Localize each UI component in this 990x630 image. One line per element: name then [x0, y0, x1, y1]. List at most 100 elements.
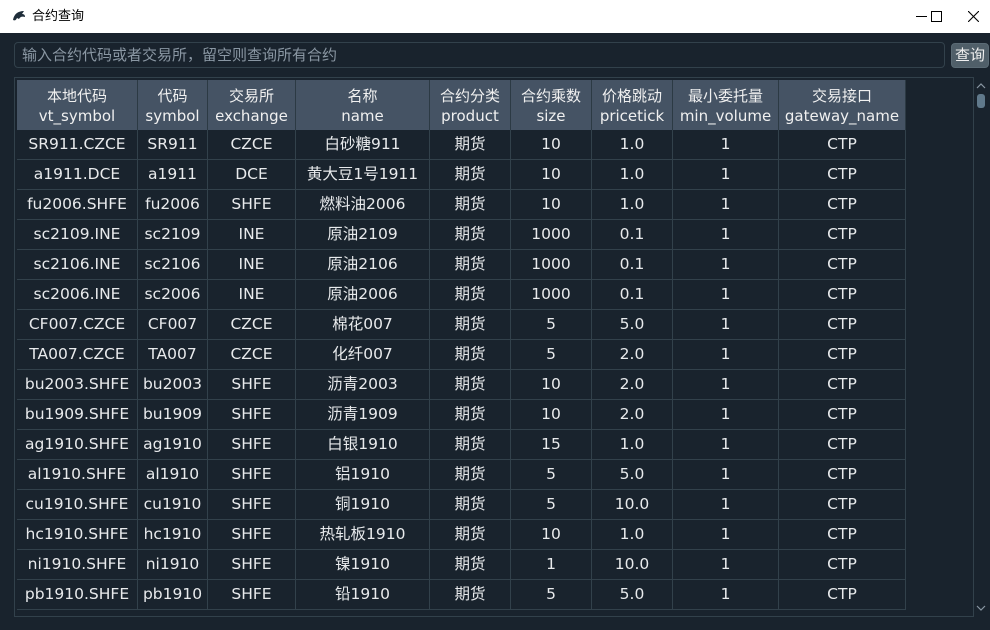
- table-row[interactable]: al1910.SHFE al1910 SHFE 铝1910 期货 5 5.0 1 CTP: [17, 460, 906, 490]
- cell-gateway-name[interactable]: CTP: [779, 550, 906, 580]
- cell-vt-symbol[interactable]: al1910.SHFE: [17, 460, 138, 490]
- cell-pricetick[interactable]: 5.0: [592, 310, 673, 340]
- cell-vt-symbol[interactable]: ni1910.SHFE: [17, 550, 138, 580]
- cell-min-volume[interactable]: 1: [673, 580, 779, 610]
- cell-size[interactable]: 1000: [511, 250, 592, 280]
- cell-min-volume[interactable]: 1: [673, 130, 779, 160]
- cell-gateway-name[interactable]: CTP: [779, 460, 906, 490]
- cell-name[interactable]: 铅1910: [296, 580, 430, 610]
- cell-product[interactable]: 期货: [430, 220, 511, 250]
- cell-name[interactable]: 沥青2003: [296, 370, 430, 400]
- cell-gateway-name[interactable]: CTP: [779, 250, 906, 280]
- cell-size[interactable]: 10: [511, 400, 592, 430]
- cell-symbol[interactable]: cu1910: [138, 490, 208, 520]
- cell-product[interactable]: 期货: [430, 490, 511, 520]
- cell-name[interactable]: 原油2006: [296, 280, 430, 310]
- cell-name[interactable]: 镍1910: [296, 550, 430, 580]
- cell-symbol[interactable]: a1911: [138, 160, 208, 190]
- cell-symbol[interactable]: sc2106: [138, 250, 208, 280]
- cell-gateway-name[interactable]: CTP: [779, 310, 906, 340]
- cell-exchange[interactable]: CZCE: [208, 130, 296, 160]
- cell-pricetick[interactable]: 1.0: [592, 430, 673, 460]
- cell-gateway-name[interactable]: CTP: [779, 520, 906, 550]
- cell-symbol[interactable]: sc2006: [138, 280, 208, 310]
- cell-size[interactable]: 1: [511, 550, 592, 580]
- cell-product[interactable]: 期货: [430, 280, 511, 310]
- cell-symbol[interactable]: TA007: [138, 340, 208, 370]
- cell-vt-symbol[interactable]: fu2006.SHFE: [17, 190, 138, 220]
- cell-symbol[interactable]: fu2006: [138, 190, 208, 220]
- cell-gateway-name[interactable]: CTP: [779, 280, 906, 310]
- cell-vt-symbol[interactable]: TA007.CZCE: [17, 340, 138, 370]
- cell-exchange[interactable]: INE: [208, 250, 296, 280]
- cell-vt-symbol[interactable]: cu1910.SHFE: [17, 490, 138, 520]
- cell-size[interactable]: 5: [511, 460, 592, 490]
- cell-vt-symbol[interactable]: sc2106.INE: [17, 250, 138, 280]
- cell-min-volume[interactable]: 1: [673, 160, 779, 190]
- cell-gateway-name[interactable]: CTP: [779, 220, 906, 250]
- cell-name[interactable]: 铝1910: [296, 460, 430, 490]
- table-row[interactable]: TA007.CZCE TA007 CZCE 化纤007 期货 5 2.0 1 CTP: [17, 340, 906, 370]
- cell-symbol[interactable]: ag1910: [138, 430, 208, 460]
- cell-product[interactable]: 期货: [430, 370, 511, 400]
- column-header-pricetick[interactable]: 价格跳动 pricetick: [592, 80, 673, 130]
- cell-min-volume[interactable]: 1: [673, 250, 779, 280]
- column-header-size[interactable]: 合约乘数 size: [511, 80, 592, 130]
- cell-vt-symbol[interactable]: pb1910.SHFE: [17, 580, 138, 610]
- cell-symbol[interactable]: ni1910: [138, 550, 208, 580]
- cell-min-volume[interactable]: 1: [673, 490, 779, 520]
- cell-size[interactable]: 1000: [511, 280, 592, 310]
- cell-size[interactable]: 10: [511, 160, 592, 190]
- cell-min-volume[interactable]: 1: [673, 400, 779, 430]
- table-row[interactable]: ag1910.SHFE ag1910 SHFE 白银1910 期货 15 1.0 1 CTP: [17, 430, 906, 460]
- cell-vt-symbol[interactable]: sc2109.INE: [17, 220, 138, 250]
- cell-symbol[interactable]: hc1910: [138, 520, 208, 550]
- maximize-button[interactable]: [913, 0, 957, 33]
- vertical-scrollbar[interactable]: [974, 78, 988, 616]
- cell-exchange[interactable]: INE: [208, 280, 296, 310]
- cell-symbol[interactable]: SR911: [138, 130, 208, 160]
- cell-name[interactable]: 热轧板1910: [296, 520, 430, 550]
- table-row[interactable]: pb1910.SHFE pb1910 SHFE 铅1910 期货 5 5.0 1 CTP: [17, 580, 906, 610]
- cell-pricetick[interactable]: 5.0: [592, 460, 673, 490]
- cell-gateway-name[interactable]: CTP: [779, 160, 906, 190]
- cell-pricetick[interactable]: 5.0: [592, 580, 673, 610]
- cell-min-volume[interactable]: 1: [673, 460, 779, 490]
- table-row[interactable]: SR911.CZCE SR911 CZCE 白砂糖911 期货 10 1.0 1 CTP: [17, 130, 906, 160]
- cell-gateway-name[interactable]: CTP: [779, 430, 906, 460]
- cell-vt-symbol[interactable]: CF007.CZCE: [17, 310, 138, 340]
- cell-product[interactable]: 期货: [430, 550, 511, 580]
- cell-vt-symbol[interactable]: hc1910.SHFE: [17, 520, 138, 550]
- search-input[interactable]: 输入合约代码或者交易所，留空则查询所有合约: [14, 42, 945, 68]
- table-row[interactable]: a1911.DCE a1911 DCE 黄大豆1号1911 期货 10 1.0 1 CTP: [17, 160, 906, 190]
- cell-gateway-name[interactable]: CTP: [779, 580, 906, 610]
- cell-name[interactable]: 原油2109: [296, 220, 430, 250]
- cell-exchange[interactable]: SHFE: [208, 430, 296, 460]
- cell-vt-symbol[interactable]: SR911.CZCE: [17, 130, 138, 160]
- column-header-name[interactable]: 名称 name: [296, 80, 430, 130]
- cell-product[interactable]: 期货: [430, 460, 511, 490]
- scrollbar-thumb[interactable]: [977, 94, 985, 108]
- cell-gateway-name[interactable]: CTP: [779, 370, 906, 400]
- cell-product[interactable]: 期货: [430, 520, 511, 550]
- cell-product[interactable]: 期货: [430, 400, 511, 430]
- table-row[interactable]: sc2006.INE sc2006 INE 原油2006 期货 1000 0.1 1 CTP: [17, 280, 906, 310]
- cell-pricetick[interactable]: 1.0: [592, 190, 673, 220]
- cell-pricetick[interactable]: 1.0: [592, 160, 673, 190]
- cell-product[interactable]: 期货: [430, 430, 511, 460]
- cell-min-volume[interactable]: 1: [673, 190, 779, 220]
- cell-symbol[interactable]: pb1910: [138, 580, 208, 610]
- cell-min-volume[interactable]: 1: [673, 340, 779, 370]
- cell-gateway-name[interactable]: CTP: [779, 400, 906, 430]
- cell-product[interactable]: 期货: [430, 130, 511, 160]
- column-header-symbol[interactable]: 代码 symbol: [138, 80, 208, 130]
- scroll-up-arrow-icon[interactable]: [974, 80, 988, 92]
- cell-gateway-name[interactable]: CTP: [779, 130, 906, 160]
- cell-vt-symbol[interactable]: sc2006.INE: [17, 280, 138, 310]
- cell-name[interactable]: 黄大豆1号1911: [296, 160, 430, 190]
- cell-name[interactable]: 白银1910: [296, 430, 430, 460]
- cell-name[interactable]: 白砂糖911: [296, 130, 430, 160]
- cell-size[interactable]: 10: [511, 190, 592, 220]
- cell-size[interactable]: 5: [511, 340, 592, 370]
- cell-gateway-name[interactable]: CTP: [779, 190, 906, 220]
